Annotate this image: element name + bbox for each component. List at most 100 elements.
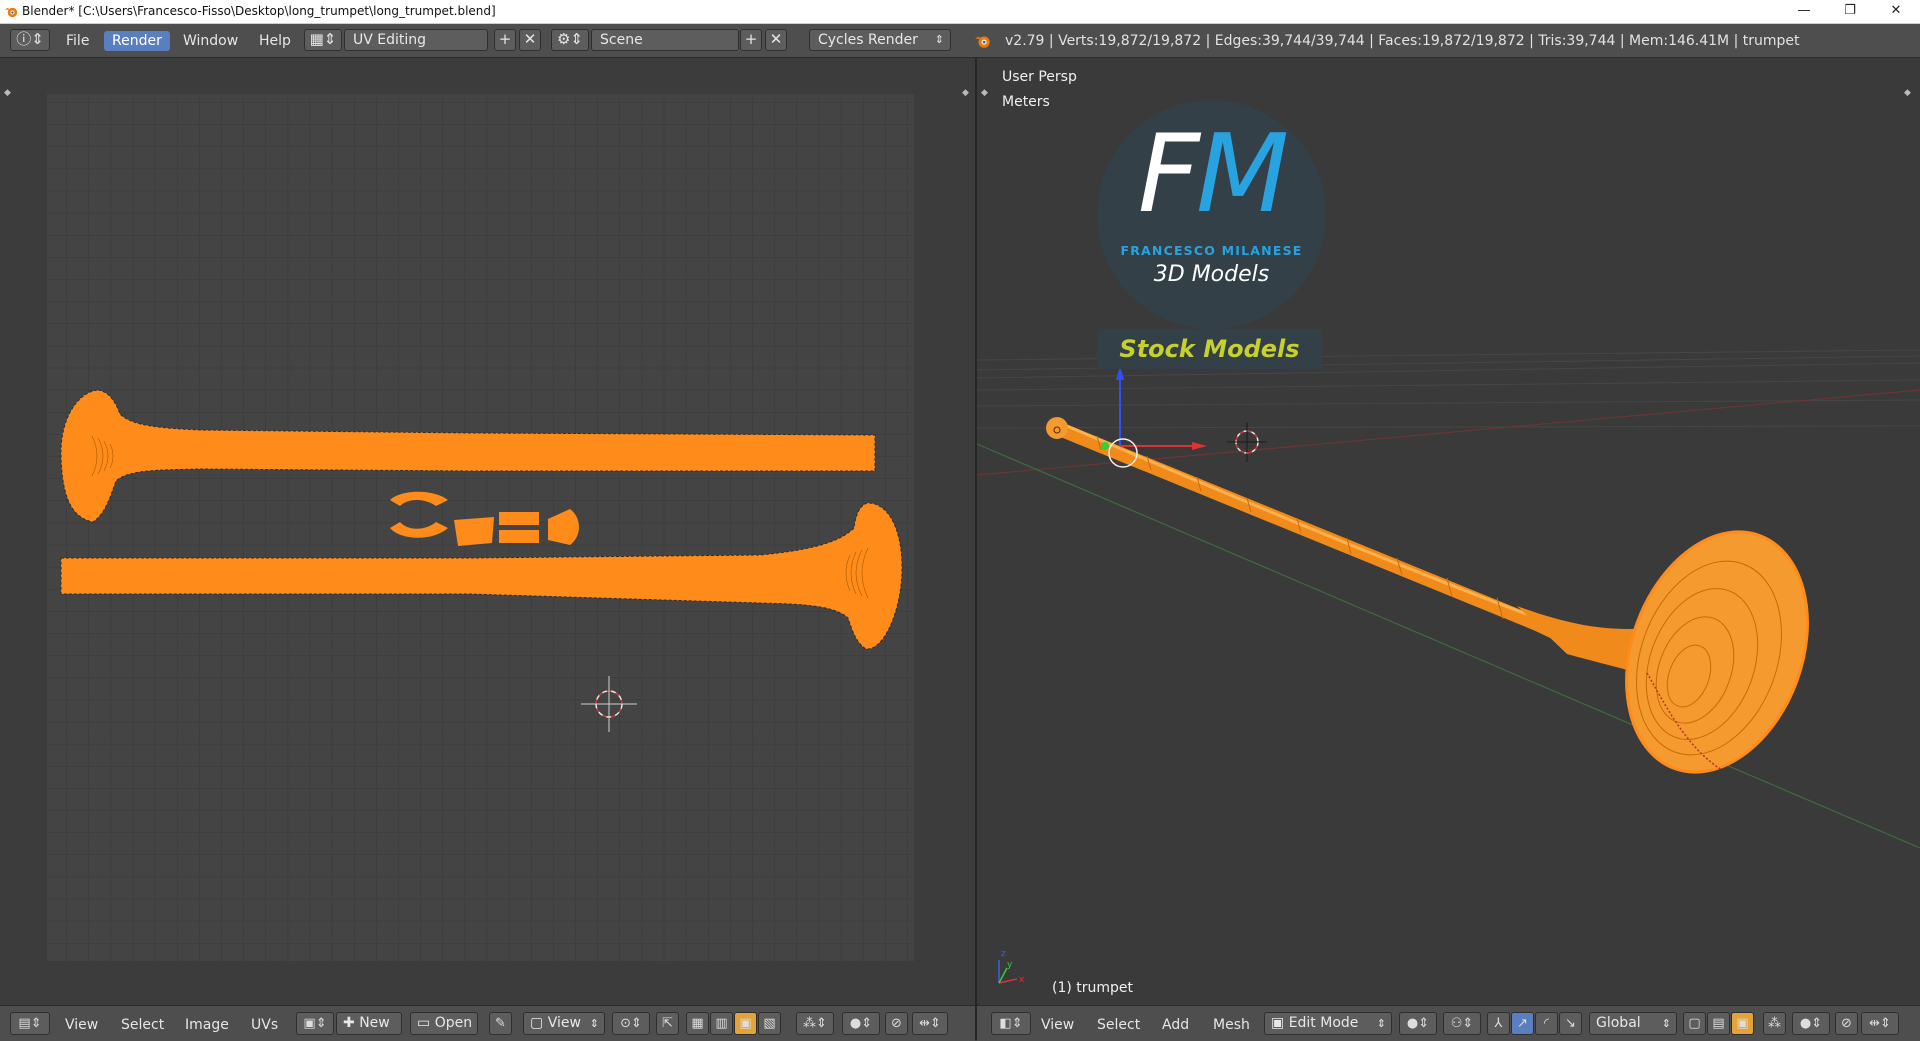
uv-menu-uvs[interactable]: UVs (251, 1017, 278, 1033)
image-browse-icon[interactable]: ▣⇕ (296, 1012, 334, 1035)
translate-manipulator-icon[interactable]: ↗ (1511, 1012, 1534, 1035)
view-perspective-label: User Persp (1002, 69, 1077, 85)
face-mode-icon[interactable]: ▣ (1731, 1012, 1754, 1035)
snap-icon[interactable]: ⊘ (1835, 1012, 1858, 1035)
vp-menu-add[interactable]: Add (1162, 1017, 1189, 1033)
mode-select-dropdown[interactable]: ▣ Edit Mode ⇕ (1264, 1012, 1392, 1035)
menu-render[interactable]: Render (104, 31, 170, 51)
view-icon: ▢ (530, 1015, 548, 1031)
add-scene-icon[interactable]: + (740, 29, 762, 51)
view-units-label: Meters (1002, 94, 1050, 110)
fm-logo: FM FRANCESCO MILANESE 3D Models (1097, 100, 1326, 329)
info-header: ⓘ⇕ File Render Window Help ▦⇕ UV Editing… (0, 24, 1920, 58)
render-engine-label: Cycles Render (818, 32, 918, 48)
uv-island-valve-piece[interactable] (454, 517, 494, 546)
sticky-selection-icon[interactable]: ⁂⇕ (796, 1012, 834, 1035)
sync-selection-icon[interactable]: ⇱ (656, 1012, 679, 1035)
scene-stats: v2.79 | Verts:19,872/19,872 | Edges:39,7… (1005, 33, 1800, 49)
plus-icon: ✚ (343, 1015, 360, 1031)
uv-menu-image[interactable]: Image (185, 1017, 229, 1033)
trumpet-mouthpiece[interactable] (1046, 417, 1068, 439)
trumpet-tube[interactable] (1050, 421, 1589, 653)
uv-image-editor[interactable]: ◆ ◆ (0, 58, 976, 1004)
uv-island-tube-bottom[interactable] (499, 530, 539, 543)
render-engine-select[interactable]: Cycles Render ⇕ (809, 29, 951, 51)
fm-logo-letter-m: M (1195, 112, 1289, 237)
edit-mode-icon: ▣ (1271, 1015, 1289, 1031)
vp-menu-view[interactable]: View (1041, 1017, 1074, 1033)
minimize-button[interactable]: — (1781, 0, 1827, 22)
window-titlebar: Blender* [C:\Users\Francesco-Fisso\Deskt… (0, 0, 1920, 24)
vp-menu-mesh[interactable]: Mesh (1213, 1017, 1250, 1033)
fm-logo-subtitle: 3D Models (1153, 262, 1270, 287)
occlude-geometry-icon[interactable]: ⁂ (1763, 1012, 1786, 1035)
transform-orientation-label: Global (1596, 1015, 1641, 1031)
new-image-label: New (359, 1015, 390, 1031)
editor-type-info-icon[interactable]: ⓘ⇕ (10, 29, 50, 51)
viewport-footer: ◧⇕ View Select Add Mesh ▣ Edit Mode ⇕ ●⇕ … (977, 1005, 1920, 1041)
trumpet-bell[interactable] (1595, 506, 1840, 797)
layout-browse-icon[interactable]: ▦⇕ (304, 29, 342, 51)
open-image-label: Open (434, 1015, 473, 1031)
snap-element-icon[interactable]: ⇹⇕ (912, 1012, 948, 1035)
edge-select-icon[interactable]: ▥ (710, 1012, 733, 1035)
vertex-mode-icon[interactable]: ▢ (1683, 1012, 1706, 1035)
new-image-button[interactable]: ✚ New (336, 1012, 402, 1035)
uv-canvas[interactable] (0, 58, 976, 1004)
chevron-updown-icon: ⇕ (589, 1017, 599, 1030)
uv-menu-view[interactable]: View (65, 1017, 98, 1033)
scale-manipulator-icon[interactable]: ↘ (1559, 1012, 1582, 1035)
svg-text:y: y (1007, 960, 1013, 970)
blender-logo-icon (4, 7, 18, 18)
rotate-manipulator-icon[interactable]: ◜ (1535, 1012, 1558, 1035)
axis-indicator: z x y (998, 949, 1025, 985)
uv-island-tube-top[interactable] (499, 512, 539, 525)
chevron-updown-icon: ⇕ (1661, 1017, 1671, 1030)
open-image-button[interactable]: ▭ Open (410, 1012, 478, 1035)
mode-select-label: Edit Mode (1288, 1015, 1359, 1031)
pin-icon[interactable]: ✎ (489, 1012, 512, 1035)
fm-logo-brand: FRANCESCO MILANESE (1120, 243, 1303, 258)
transform-orientation-dropdown[interactable]: Global ⇕ (1589, 1012, 1677, 1035)
layout-field[interactable]: UV Editing (344, 29, 488, 51)
3d-cursor[interactable] (1227, 422, 1267, 462)
menu-window[interactable]: Window (183, 33, 238, 49)
menu-help[interactable]: Help (259, 33, 291, 49)
uv-editor-footer: ▤⇕ View Select Image UVs ▣⇕ ✚ New ▭ Open… (0, 1005, 975, 1041)
close-button[interactable]: ✕ (1873, 0, 1919, 22)
proportional-edit-icon[interactable]: ●⇕ (842, 1012, 880, 1035)
svg-text:x: x (1019, 975, 1025, 985)
face-select-icon[interactable]: ▣ (734, 1012, 757, 1035)
active-vertex (1101, 442, 1109, 450)
fm-logo-letter-f: F (1137, 112, 1200, 237)
snap-element-icon[interactable]: ⇹⇕ (1861, 1012, 1899, 1035)
chevron-updown-icon: ⇕ (1376, 1017, 1386, 1030)
x-gizmo-arrow-icon[interactable] (1192, 442, 1207, 450)
menu-file[interactable]: File (66, 33, 89, 49)
viewport-shading-icon[interactable]: ●⇕ (1399, 1012, 1437, 1035)
maximize-button[interactable]: ❐ (1827, 0, 1873, 22)
editor-type-3d-icon[interactable]: ◧⇕ (991, 1012, 1031, 1035)
scene-browse-icon[interactable]: ⚙⇕ (551, 29, 589, 51)
island-select-icon[interactable]: ▧ (758, 1012, 781, 1035)
remove-layout-icon[interactable]: ✕ (519, 29, 541, 51)
snap-icon[interactable]: ⊘ (885, 1012, 908, 1035)
window-title: Blender* [C:\Users\Francesco-Fisso\Deskt… (22, 4, 496, 18)
stock-models-banner: Stock Models (1097, 329, 1322, 369)
chevron-updown-icon: ⇕ (934, 33, 944, 46)
edge-mode-icon[interactable]: ▤ (1707, 1012, 1730, 1035)
proportional-edit-icon[interactable]: ●⇕ (1792, 1012, 1830, 1035)
editor-type-image-icon[interactable]: ▤⇕ (10, 1012, 50, 1035)
scene-field[interactable]: Scene (591, 29, 739, 51)
vp-menu-select[interactable]: Select (1097, 1017, 1140, 1033)
add-layout-icon[interactable]: + (494, 29, 516, 51)
folder-icon: ▭ (417, 1015, 435, 1031)
manipulator-toggle-icon[interactable]: ⅄ (1487, 1012, 1510, 1035)
uv-menu-select[interactable]: Select (121, 1017, 164, 1033)
remove-scene-icon[interactable]: ✕ (765, 29, 787, 51)
uv-view-dropdown-label: View (547, 1015, 581, 1031)
uv-view-dropdown[interactable]: ▢ View ⇕ (523, 1012, 605, 1035)
vertex-select-icon[interactable]: ▦ (686, 1012, 709, 1035)
pivot-point-icon[interactable]: ⊙⇕ (612, 1012, 650, 1035)
pivot-center-icon[interactable]: ⚇⇕ (1443, 1012, 1481, 1035)
